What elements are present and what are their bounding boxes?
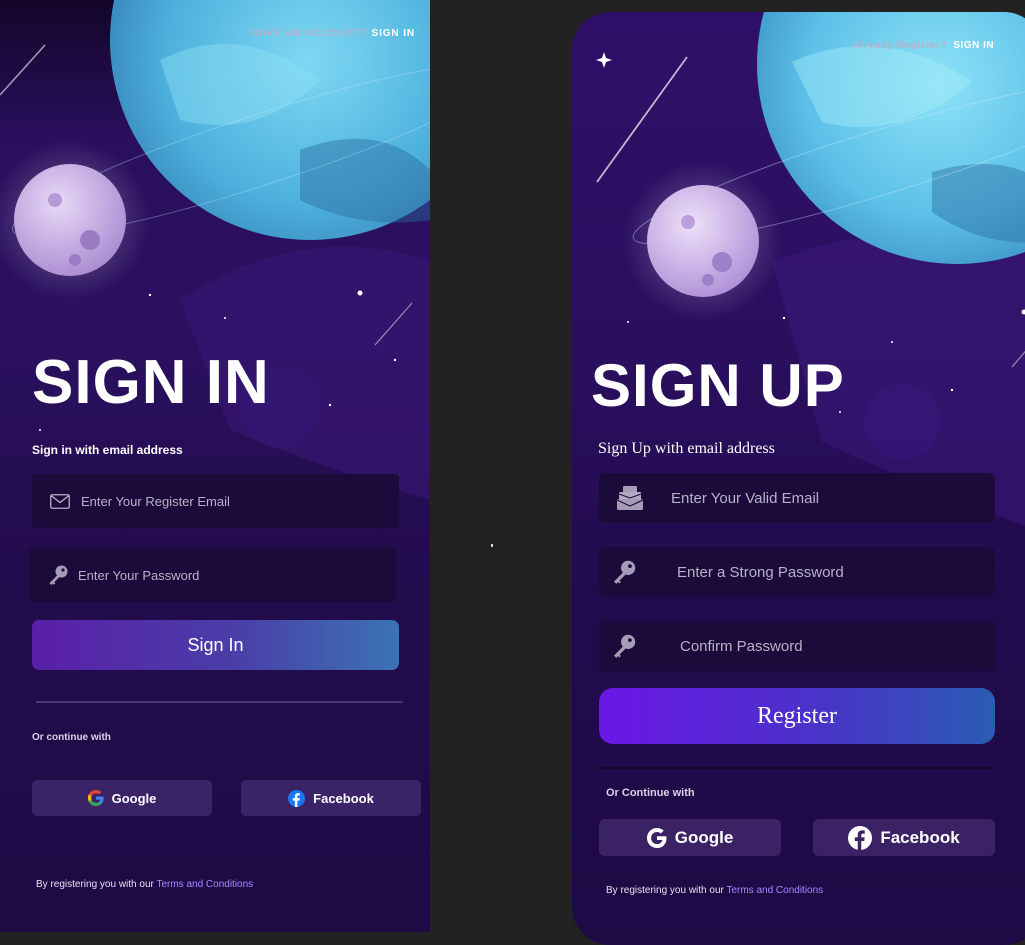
- facebook-button[interactable]: Facebook: [813, 819, 995, 856]
- envelope-icon: [50, 493, 70, 509]
- signup-panel: Already Register? SIGN IN SIGN UP Sign U…: [572, 12, 1025, 945]
- email-input[interactable]: [669, 488, 995, 508]
- google-icon: [646, 827, 667, 848]
- register-button-label: Register: [757, 702, 837, 729]
- terms-text: By registering you with our Terms and Co…: [606, 885, 823, 896]
- page-title: SIGN IN: [32, 348, 270, 417]
- stray-mark: [491, 544, 493, 547]
- google-label: Google: [674, 827, 734, 847]
- facebook-label: Facebook: [880, 827, 960, 847]
- confirm-password-input[interactable]: [678, 636, 995, 656]
- email-input[interactable]: [79, 492, 399, 510]
- key-icon: [47, 564, 69, 586]
- signin-button-label: Sign In: [187, 634, 244, 655]
- top-signin-link[interactable]: SIGN IN: [372, 28, 416, 39]
- register-button[interactable]: Register: [599, 688, 995, 744]
- email-field[interactable]: [599, 473, 995, 523]
- facebook-icon: [848, 825, 873, 850]
- terms-text: By registering you with our Terms and Co…: [36, 879, 253, 890]
- page-title: SIGN UP: [591, 352, 845, 419]
- signin-panel: HAVE AN ACCOUNT? SIGN IN SIGN IN Sign in…: [0, 0, 430, 932]
- account-prompt-text: HAVE AN ACCOUNT?: [251, 28, 368, 39]
- top-account-prompt: HAVE AN ACCOUNT? SIGN IN: [251, 28, 415, 39]
- confirm-password-field[interactable]: [599, 621, 995, 671]
- password-field[interactable]: [599, 547, 995, 597]
- continue-label: Or Continue with: [606, 787, 695, 799]
- password-input[interactable]: [675, 562, 995, 582]
- signin-button[interactable]: Sign In: [32, 620, 399, 670]
- facebook-label: Facebook: [313, 790, 374, 806]
- top-account-prompt: Already Register? SIGN IN: [853, 40, 994, 51]
- mail-stack-icon: [617, 486, 643, 510]
- google-button[interactable]: Google: [599, 819, 781, 856]
- password-input[interactable]: [76, 566, 396, 584]
- continue-label: Or continue with: [32, 732, 111, 743]
- email-field[interactable]: [32, 474, 399, 528]
- facebook-icon: [288, 789, 306, 807]
- password-field[interactable]: [29, 548, 396, 602]
- divider: [599, 767, 995, 769]
- terms-link[interactable]: Terms and Conditions: [156, 879, 253, 890]
- google-button[interactable]: Google: [32, 780, 212, 816]
- terms-prefix: By registering you with our: [606, 885, 724, 896]
- terms-prefix: By registering you with our: [36, 879, 154, 890]
- already-register-text: Already Register?: [853, 40, 948, 51]
- google-icon: [87, 790, 104, 806]
- facebook-button[interactable]: Facebook: [241, 780, 421, 816]
- key-icon: [611, 633, 637, 659]
- top-signin-link[interactable]: SIGN IN: [953, 40, 994, 51]
- key-icon: [611, 559, 637, 585]
- terms-link[interactable]: Terms and Conditions: [726, 885, 823, 896]
- divider: [36, 701, 403, 703]
- subtitle: Sign in with email address: [32, 443, 183, 457]
- google-label: Google: [111, 790, 157, 806]
- subtitle: Sign Up with email address: [598, 440, 775, 457]
